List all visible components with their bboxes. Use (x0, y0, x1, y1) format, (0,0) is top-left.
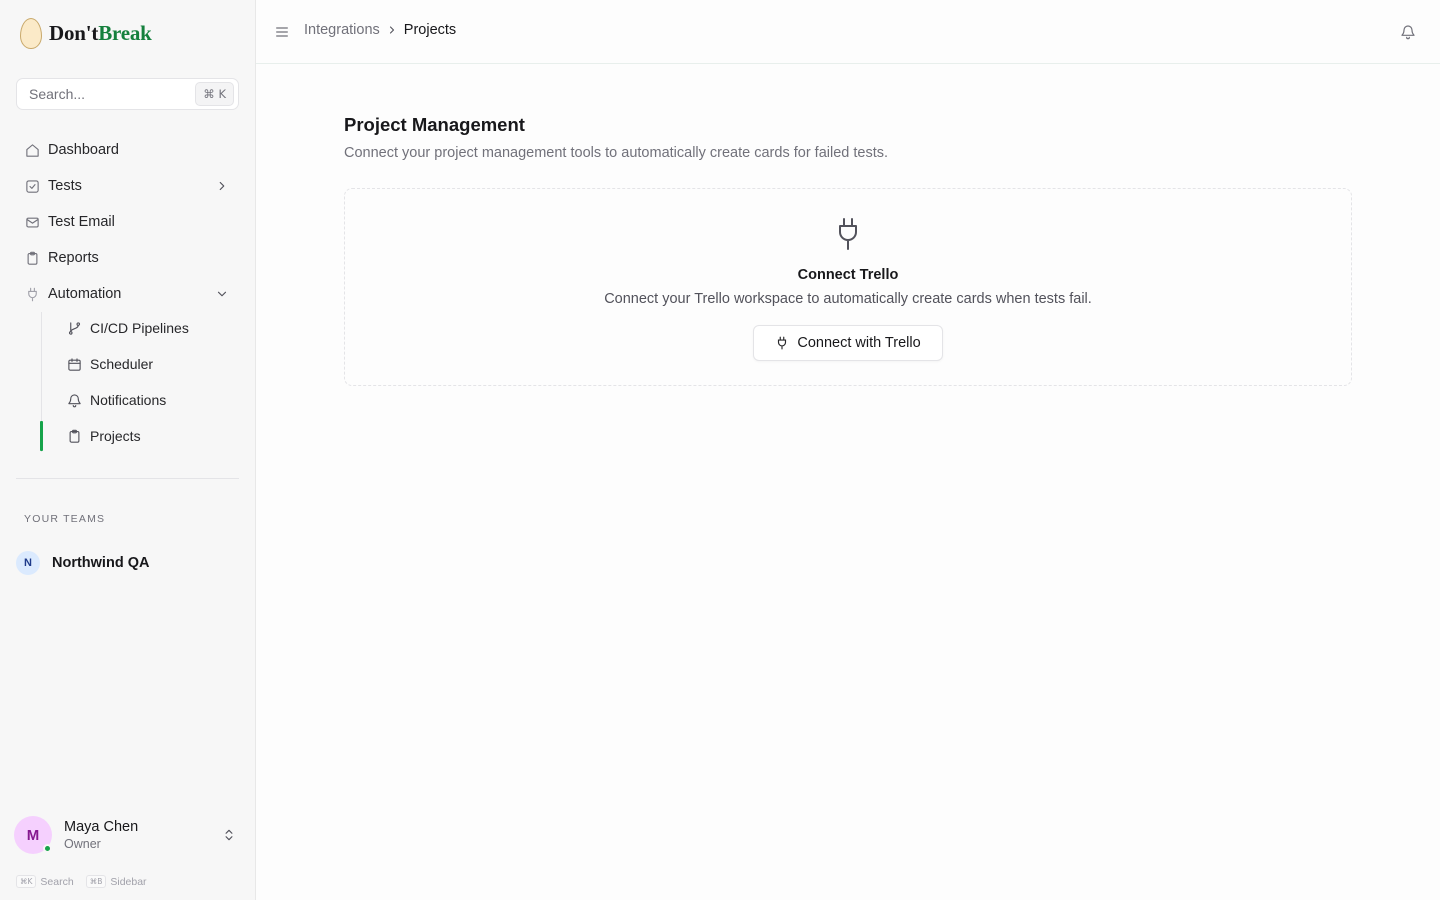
sidebar-item-automation[interactable]: Automation (16, 278, 239, 310)
sidebar-item-label: Dashboard (48, 142, 119, 158)
connect-trello-button[interactable]: Connect with Trello (753, 325, 943, 361)
button-label: Connect with Trello (797, 335, 921, 351)
chevrons-up-down-icon (225, 829, 233, 841)
calendar-icon (66, 356, 82, 372)
sidebar-item-test-email[interactable]: Test Email (16, 206, 239, 238)
page-title: Project Management (344, 114, 525, 135)
team-avatar: N (16, 551, 40, 575)
check-square-icon (24, 178, 40, 194)
breadcrumb-current: Projects (403, 22, 457, 38)
chevron-right-icon[interactable] (215, 179, 229, 193)
plug-icon (778, 336, 787, 350)
card-title: Connect Trello (797, 267, 899, 283)
sidebar-item-label: Projects (90, 428, 141, 444)
menu-icon[interactable] (274, 24, 290, 40)
sidebar: Don'tBreak Search... ⌘ K Dashboard Tests… (0, 0, 256, 900)
keyboard-hints: ⌘K Search ⌘B Sidebar (16, 875, 159, 888)
clipboard-icon (66, 428, 82, 444)
sidebar-item-scheduler[interactable]: Scheduler (58, 349, 239, 379)
sidebar-item-label: CI/CD Pipelines (90, 320, 189, 336)
chevron-right-icon (389, 26, 394, 34)
card-description: Connect your Trello workspace to automat… (604, 291, 1092, 307)
bell-icon[interactable] (1400, 24, 1416, 40)
team-item-northwind-qa[interactable]: N Northwind QA (16, 550, 149, 576)
brand-name: Don'tBreak (49, 21, 152, 45)
online-status-dot (43, 844, 52, 853)
user-menu[interactable]: M Maya Chen Owner (14, 815, 240, 855)
chevron-down-icon[interactable] (215, 287, 229, 301)
sidebar-item-label: Tests (48, 178, 82, 194)
home-icon (24, 142, 40, 158)
user-role: Owner (64, 837, 101, 851)
teams-section-label: Your Teams (24, 513, 106, 525)
plug-icon (24, 286, 40, 302)
hint-label: Search (40, 875, 74, 888)
sidebar-item-projects[interactable]: Projects (58, 421, 239, 451)
breadcrumb-parent[interactable]: Integrations (304, 22, 380, 38)
sidebar-item-tests[interactable]: Tests (16, 170, 239, 202)
breadcrumb: Integrations Projects (304, 22, 456, 38)
search-input[interactable]: Search... ⌘ K (16, 78, 239, 110)
mail-icon (24, 214, 40, 230)
search-placeholder: Search... (29, 86, 86, 102)
sidebar-item-notifications[interactable]: Notifications (58, 385, 239, 415)
sidebar-item-cicd-pipelines[interactable]: CI/CD Pipelines (58, 313, 239, 343)
hint-label: Sidebar (110, 875, 147, 888)
trello-integration-card: Connect Trello Connect your Trello works… (344, 188, 1352, 386)
page-description: Connect your project management tools to… (344, 145, 889, 161)
sidebar-divider (16, 478, 239, 479)
topbar: Integrations Projects (256, 0, 1440, 64)
sidebar-item-dashboard[interactable]: Dashboard (16, 134, 239, 166)
sidebar-item-reports[interactable]: Reports (16, 242, 239, 274)
active-indicator (40, 421, 43, 451)
hint-key: ⌘K (16, 875, 37, 888)
plug-icon (839, 218, 857, 250)
sidebar-item-label: Scheduler (90, 356, 154, 372)
avatar: M (14, 816, 52, 854)
user-name: Maya Chen (64, 819, 139, 835)
search-shortcut-badge: ⌘ K (195, 82, 234, 106)
sidebar-item-label: Test Email (48, 214, 115, 230)
bell-icon (66, 392, 82, 408)
egg-logo-icon (20, 18, 42, 49)
clipboard-icon (24, 250, 40, 266)
sidebar-item-label: Automation (48, 286, 122, 302)
sidebar-item-label: Notifications (90, 392, 167, 408)
sidebar-item-label: Reports (48, 250, 99, 266)
git-branch-icon (66, 320, 82, 336)
brand-logo[interactable]: Don'tBreak (20, 18, 152, 49)
hint-key: ⌘B (85, 875, 107, 888)
user-info: Maya Chen Owner (64, 819, 138, 851)
avatar-initial: M (26, 826, 40, 844)
team-name: Northwind QA (52, 555, 150, 571)
